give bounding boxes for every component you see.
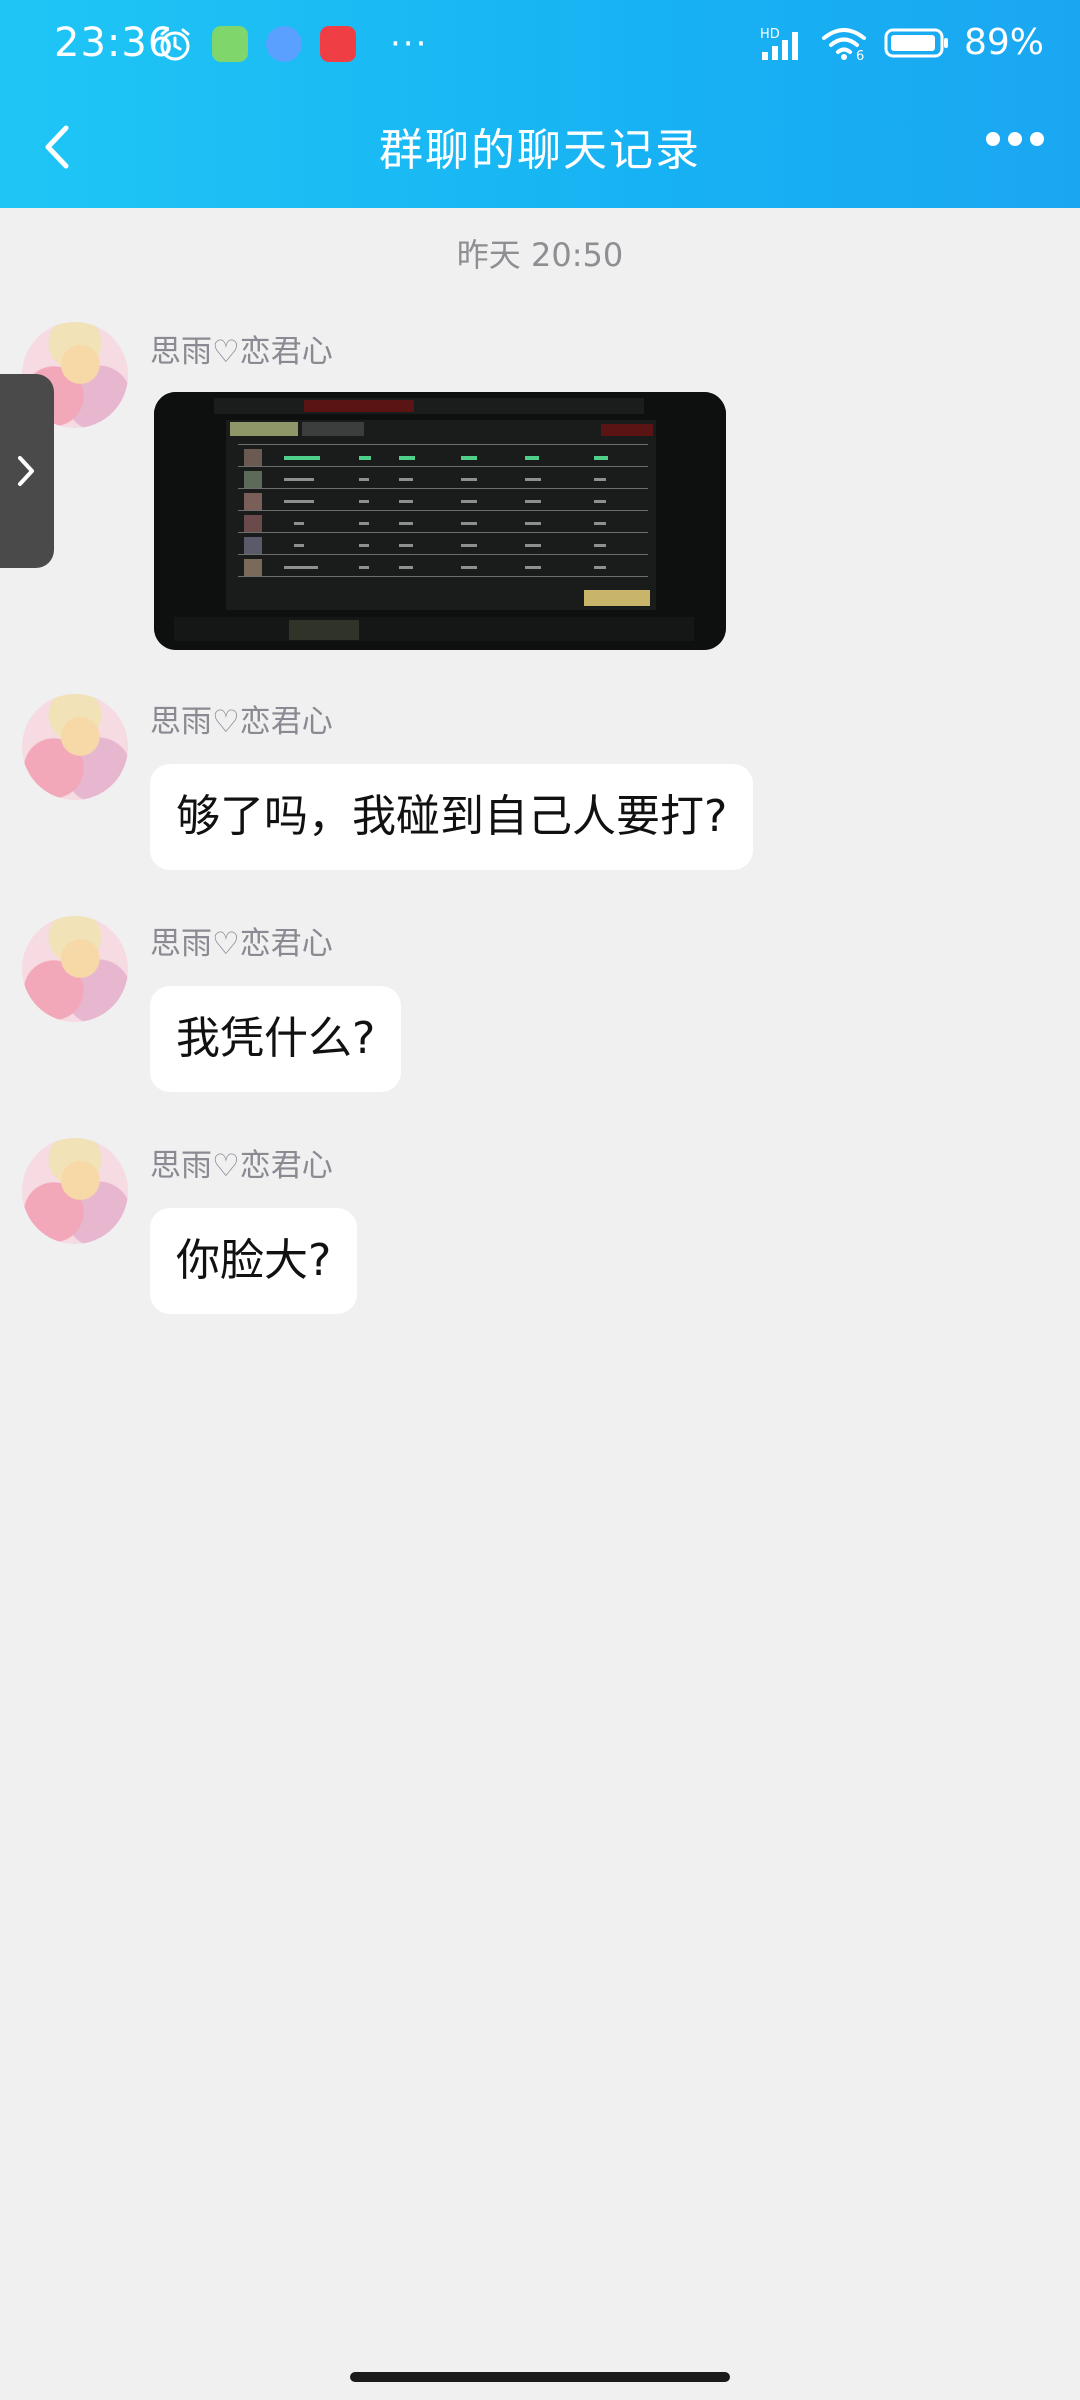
more-dot-icon (1008, 132, 1022, 146)
more-dot-icon (986, 132, 1000, 146)
sender-name: 思雨♡恋君心 (150, 1148, 333, 1184)
app-notification-icon-red (320, 26, 356, 62)
more-dot-icon (1030, 132, 1044, 146)
sender-name: 思雨♡恋君心 (150, 926, 333, 962)
alarm-icon (160, 28, 190, 61)
message-bubble[interactable]: 我凭什么? (150, 986, 402, 1092)
more-options-button[interactable] (986, 132, 1044, 146)
network-type-label: HD (760, 27, 780, 42)
header: 23:36 ··· HD 6 89% 群聊的聊天记录 (0, 0, 1080, 208)
battery-icon (884, 28, 948, 57)
chevron-right-icon (18, 456, 34, 486)
sender-name: 思雨♡恋君心 (150, 704, 333, 740)
page-title: 群聊的聊天记录 (379, 125, 701, 176)
avatar[interactable] (22, 694, 128, 800)
avatar[interactable] (22, 916, 128, 1022)
app-notification-icon-blue (266, 26, 302, 62)
sender-name: 思雨♡恋君心 (150, 334, 333, 370)
svg-text:6: 6 (856, 49, 864, 62)
app-notification-icon-green (212, 26, 248, 62)
status-more-icon: ··· (390, 24, 429, 64)
side-panel-handle[interactable] (0, 374, 54, 568)
nav-bar: 群聊的聊天记录 (0, 92, 1080, 208)
status-system-icons: HD 6 89% (758, 22, 1044, 63)
wifi-icon: 6 (821, 27, 866, 62)
home-indicator[interactable] (350, 2372, 730, 2382)
status-bar: 23:36 ··· HD 6 89% (0, 0, 1080, 92)
signal-icon: HD (760, 27, 798, 60)
status-notification-icons: ··· (156, 24, 428, 64)
game-screenshot-image (154, 392, 726, 650)
image-message[interactable] (154, 392, 726, 650)
battery-percentage: 89% (963, 22, 1044, 63)
message-bubble[interactable]: 够了吗，我碰到自己人要打? (150, 764, 754, 870)
message-bubble[interactable]: 你脸大? (150, 1208, 358, 1314)
message-timestamp: 昨天 20:50 (456, 236, 624, 274)
avatar[interactable] (22, 1138, 128, 1244)
